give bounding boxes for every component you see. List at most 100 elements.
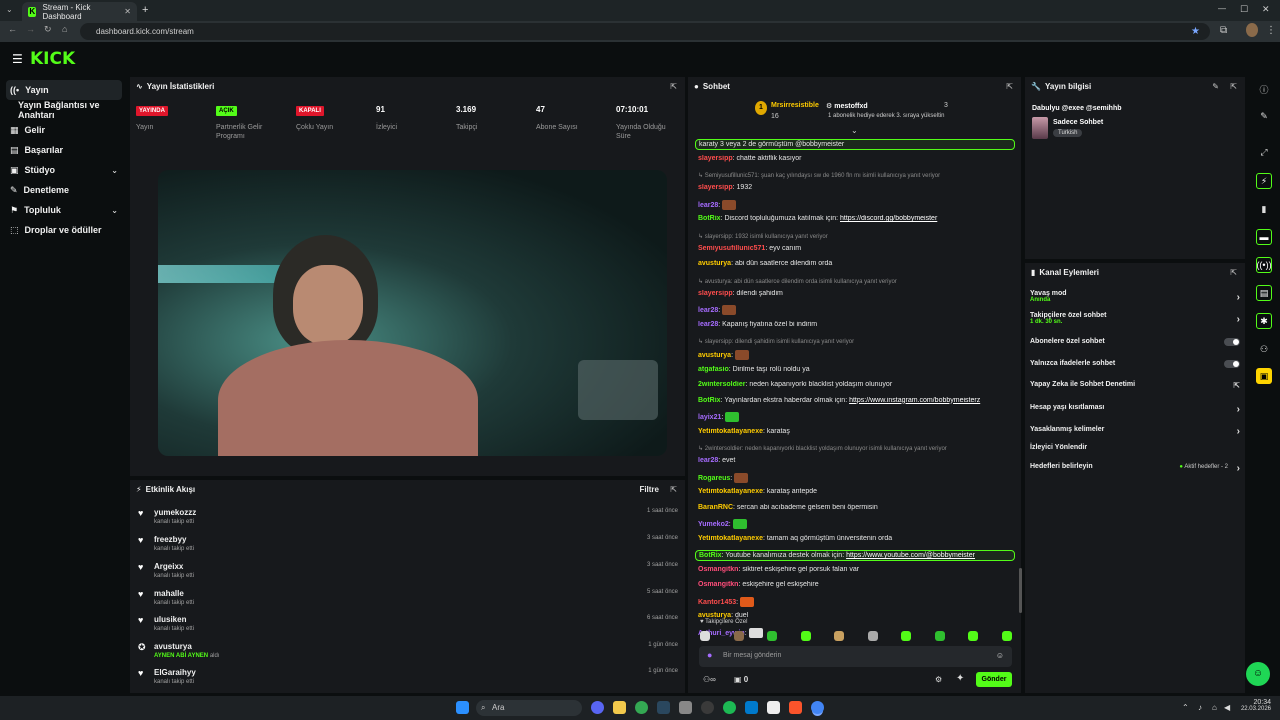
chat-message[interactable]: avusturya: abi dün saatlerce dilendim or… (698, 260, 1016, 267)
list-item[interactable]: ♥ ulusiken kanalı takip etti 6 saat önce (138, 615, 680, 641)
filter-button[interactable]: Filtre (639, 485, 659, 494)
brave-icon[interactable] (789, 701, 802, 714)
slow-mode-item[interactable]: Yavaş mod Anında › (1030, 290, 1240, 303)
chat-settings-icon[interactable]: ⚙ (935, 675, 942, 684)
spotify-icon[interactable] (723, 701, 736, 714)
top-gifter-name[interactable]: Mrsirresistible (771, 102, 819, 109)
support-chat-button[interactable]: ☺ (1246, 662, 1270, 686)
kick-logo[interactable]: KICK (30, 49, 75, 69)
emote-icon[interactable] (934, 631, 945, 641)
chat-link[interactable]: https://www.instagram.com/bobbymeisterz (849, 397, 980, 404)
points-icon[interactable]: ⚇∞ (703, 675, 716, 684)
chat-username[interactable]: BaranRNC (698, 504, 733, 511)
chat-username[interactable]: BotRix (699, 552, 722, 559)
sidebar-item-revenue[interactable]: ▦ Gelir (6, 120, 122, 140)
list-item[interactable]: ♥ freezbyy kanalı takip etti 3 saat önce (138, 535, 680, 561)
second-gifter-name[interactable]: ⚙ mestoffxd (826, 102, 868, 110)
chat-username[interactable]: layix21 (698, 414, 721, 421)
profile-avatar[interactable] (1246, 23, 1258, 37)
taskbar-search[interactable]: ⌕ Ara (476, 700, 582, 716)
chat-username[interactable]: Rogareus (698, 474, 730, 481)
mic-icon[interactable]: ● (707, 650, 712, 660)
chat-message[interactable]: Osmangitkn: eskişehire gel eskişehire (698, 581, 1016, 588)
chat-message[interactable]: karaty 3 veya 2 de görmüştüm @bobbymeist… (695, 139, 1015, 150)
chat-message[interactable]: avusturya: duel (698, 612, 1016, 619)
extensions-icon[interactable]: ⧉ (1220, 25, 1227, 36)
sidebar-item-drops[interactable]: ⬚ Droplar ve ödüller (6, 220, 122, 240)
chat-username[interactable]: lear28 (698, 321, 718, 328)
close-window-button[interactable]: ✕ (1262, 4, 1270, 15)
forward-icon[interactable]: → (26, 24, 35, 34)
chat-username[interactable]: avusturya (698, 612, 731, 619)
chat-message[interactable]: slayersipp: chatte aktiflik kasıyor (698, 155, 1016, 162)
users-icon[interactable]: ⚇ (1256, 341, 1272, 357)
back-icon[interactable]: ← (8, 24, 17, 34)
chrome-active-icon[interactable] (811, 701, 824, 714)
emote-icon[interactable] (901, 631, 911, 641)
chat-username[interactable]: Kantor1453 (698, 598, 736, 605)
home-icon[interactable]: ⌂ (62, 24, 67, 34)
list-item[interactable]: ♥ Argeixx kanalı takip etti 3 saat önce (138, 562, 680, 588)
mic-tray-icon[interactable]: ♪ (1198, 703, 1202, 712)
start-icon[interactable] (456, 701, 469, 714)
emote-only-toggle[interactable] (1224, 360, 1240, 368)
chat-reply-context[interactable]: ↳ slayersipp: dilendi şahidim isimli kul… (698, 338, 1016, 345)
emote-icon[interactable] (1001, 631, 1012, 641)
chat-username[interactable]: Yetimtokatlayanexe (698, 428, 763, 435)
emote-icon[interactable] (867, 631, 878, 641)
chat-username[interactable]: Semiyusufillunic571 (698, 245, 765, 252)
chat-message[interactable]: Rogareus: (698, 472, 1016, 483)
chat-username[interactable]: 2wintersoldier (698, 381, 745, 388)
chat-username[interactable]: slayersipp (698, 290, 733, 297)
goals-item[interactable]: Hedefleri belirleyin ● Aktif hedefler - 2… (1030, 463, 1240, 474)
chat-username[interactable]: Yumeko2 (698, 521, 729, 528)
expand-icon[interactable]: ⇱ (1006, 82, 1013, 91)
chat-username[interactable]: BotRix (698, 215, 721, 222)
chat-message[interactable]: BotRix: Yayınlardan ekstra haberdar olma… (698, 397, 1016, 404)
chat-reply-context[interactable]: ↳ Semiyusufillunic571: şuan kaç yılınday… (698, 172, 1016, 179)
chat-username[interactable]: atgafasio (698, 366, 729, 373)
tab-close-icon[interactable]: ✕ (124, 7, 131, 16)
chat-message[interactable]: lear28: (698, 199, 1016, 210)
notion-icon[interactable] (767, 701, 780, 714)
hamburger-menu-icon[interactable]: ☰ (12, 52, 23, 66)
category-thumbnail[interactable] (1032, 117, 1048, 139)
chat-username[interactable]: BotRix (698, 397, 721, 404)
chat-reply-context[interactable]: ↳ slayersipp: 1932 isimli kullanıcıya ya… (698, 233, 1016, 240)
subscribers-only-toggle[interactable] (1224, 338, 1240, 346)
sidebar-item-moderation[interactable]: ✎ Denetleme (6, 180, 122, 200)
emote-icon[interactable] (968, 631, 978, 641)
expand-icon[interactable]: ⇱ (1230, 268, 1237, 277)
expand-icon[interactable]: ⇱ (670, 485, 677, 494)
raid-item[interactable]: İzleyici Yönlendir (1030, 444, 1240, 451)
url-input[interactable]: dashboard.kick.com/stream ★ (80, 23, 1210, 40)
chat-reply-context[interactable]: ↳ avusturya: abi dün saatlerce dilendim … (698, 278, 1016, 285)
bolt-icon[interactable]: ⚡ (1256, 173, 1272, 189)
volume-icon[interactable]: ◀ (1224, 703, 1230, 712)
github-icon[interactable] (701, 701, 714, 714)
layout-icon[interactable]: ▤ (1256, 285, 1272, 301)
clock[interactable]: 20:34 22.03.2026 (1239, 699, 1271, 712)
chat-message[interactable]: Yetimtokatlayanexe: karataş (698, 428, 1016, 435)
chrome-icon[interactable] (635, 701, 648, 714)
browser-tab[interactable]: K Stream - Kick Dashboard ✕ (22, 2, 137, 21)
sidebar-item-studio[interactable]: ▣ Stüdyo ⌄ (6, 160, 122, 180)
emote-icon[interactable] (767, 631, 777, 641)
info-icon[interactable]: ⓘ (1256, 81, 1272, 97)
chat-message[interactable]: lear28: (698, 305, 1016, 315)
vscode-icon[interactable] (745, 701, 758, 714)
chat-username[interactable]: Osmangitkn (698, 581, 738, 588)
send-button[interactable]: Gönder (976, 672, 1012, 687)
bookmark-star-icon[interactable]: ★ (1191, 26, 1200, 37)
expand-icon[interactable]: ⇱ (1230, 82, 1237, 91)
chat-message[interactable]: lear28: Kapanış fiyatına özel bi indirim (698, 321, 1016, 328)
emote-icon[interactable] (733, 631, 744, 641)
followers-only-item[interactable]: Takipçilere özel sohbet 1 dk. 30 sn. › (1030, 312, 1240, 325)
stream-preview-video[interactable] (158, 170, 667, 456)
banned-words-item[interactable]: Yasaklanmış kelimeler › (1030, 426, 1240, 437)
emote-icon[interactable] (800, 631, 811, 641)
chat-message[interactable]: Yumeko2: (698, 519, 1016, 529)
chat-message[interactable]: Yetimtokatlayanexe: tamam aq görmüştüm ü… (698, 535, 1016, 542)
chat-input[interactable]: ● Bir mesaj gönderin ☺ (699, 646, 1012, 667)
maximize-button[interactable]: ☐ (1240, 4, 1248, 15)
